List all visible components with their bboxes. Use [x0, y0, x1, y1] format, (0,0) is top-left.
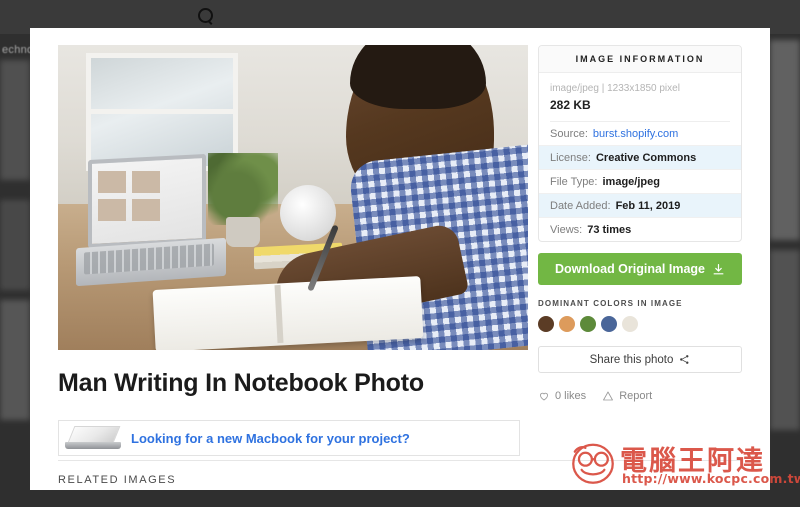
- color-swatch[interactable]: [538, 316, 554, 332]
- info-column: IMAGE INFORMATION image/jpeg | 1233x1850…: [538, 45, 742, 402]
- photo-laptop-thumb: [132, 171, 160, 193]
- macbook-promo-link[interactable]: Looking for a new Macbook for your proje…: [131, 431, 410, 446]
- source-link[interactable]: burst.shopify.com: [593, 128, 678, 140]
- dominant-colors-swatches: [538, 316, 742, 332]
- photo-lamp: [280, 185, 336, 241]
- row-key: Views:: [550, 223, 583, 236]
- card-body: image/jpeg | 1233x1850 pixel 282 KB Sour…: [539, 73, 741, 241]
- row-key: File Type:: [550, 175, 598, 188]
- photo-laptop-thumb: [132, 199, 160, 221]
- mascot-face-icon: [572, 443, 614, 484]
- row-key: Source:: [550, 127, 588, 140]
- backdrop-blur-block: [770, 40, 800, 240]
- row-value: Creative Commons: [595, 151, 697, 164]
- watermark-url: http://www.kocpc.com.tw: [622, 471, 800, 486]
- photo-plant: [208, 153, 278, 225]
- color-swatch[interactable]: [559, 316, 575, 332]
- download-original-image-button[interactable]: Download Original Image: [538, 253, 742, 285]
- dominant-colors-heading: DOMINANT COLORS IN IMAGE: [538, 299, 683, 308]
- backdrop-blur-block: [770, 250, 800, 430]
- macbook-promo-banner[interactable]: Looking for a new Macbook for your proje…: [58, 420, 520, 456]
- photo-laptop-thumb: [98, 199, 126, 221]
- photo-window-bar: [86, 109, 238, 114]
- report-label: Report: [619, 390, 653, 402]
- likes-label: 0 likes: [555, 390, 587, 402]
- backdrop-blur-block: [0, 300, 30, 420]
- download-icon: [713, 263, 724, 274]
- color-swatch[interactable]: [601, 316, 617, 332]
- laptop-icon: [65, 425, 121, 451]
- card-header-label: IMAGE INFORMATION: [575, 54, 705, 64]
- main-photo[interactable]: [58, 45, 528, 350]
- page-title: Man Writing In Notebook Photo: [58, 369, 424, 397]
- photo-actions: 0 likes Report: [538, 390, 742, 402]
- row-value: image/jpeg: [602, 175, 660, 188]
- row-value: 73 times: [587, 223, 632, 236]
- backdrop-ghost-text: echno: [2, 44, 34, 56]
- card-header: IMAGE INFORMATION: [539, 46, 741, 73]
- photo-person-hair: [350, 45, 486, 109]
- color-swatch[interactable]: [580, 316, 596, 332]
- file-meta-line: image/jpeg | 1233x1850 pixel: [550, 83, 680, 94]
- metadata-row-date-added: Date Added: Feb 11, 2019: [539, 194, 741, 218]
- row-key: Date Added:: [550, 199, 611, 212]
- share-this-photo-button[interactable]: Share this photo: [538, 346, 742, 373]
- backdrop-blur-block: [0, 60, 30, 180]
- backdrop-blur-block: [0, 200, 30, 290]
- image-information-card: IMAGE INFORMATION image/jpeg | 1233x1850…: [538, 45, 742, 242]
- warning-triangle-icon: [603, 391, 614, 401]
- photo-column: Man Writing In Notebook Photo Looking fo…: [58, 45, 528, 456]
- metadata-row-source: Source: burst.shopify.com: [539, 122, 741, 146]
- metadata-row-views: Views: 73 times: [539, 218, 741, 241]
- row-value: Feb 11, 2019: [615, 199, 681, 212]
- photo-plant-pot: [226, 217, 260, 247]
- search-icon: [198, 8, 213, 23]
- report-action[interactable]: Report: [602, 390, 652, 402]
- row-key: License:: [550, 151, 591, 164]
- image-detail-modal: Man Writing In Notebook Photo Looking fo…: [30, 28, 770, 490]
- file-size: 282 KB: [550, 98, 591, 112]
- metadata-row-file-type: File Type: image/jpeg: [539, 170, 741, 194]
- likes-action[interactable]: 0 likes: [538, 390, 586, 402]
- share-icon: [680, 355, 689, 364]
- share-button-label: Share this photo: [589, 353, 674, 366]
- download-button-label: Download Original Image: [554, 262, 706, 276]
- photo-notebook: [152, 276, 424, 350]
- heart-icon: [540, 392, 548, 401]
- metadata-row-license: License: Creative Commons: [539, 146, 741, 170]
- photo-laptop-thumb: [98, 171, 126, 193]
- color-swatch[interactable]: [622, 316, 638, 332]
- metadata-rows: Source: burst.shopify.com License: Creat…: [539, 121, 741, 241]
- site-watermark: 電腦王阿達 http://www.kocpc.com.tw: [566, 437, 800, 501]
